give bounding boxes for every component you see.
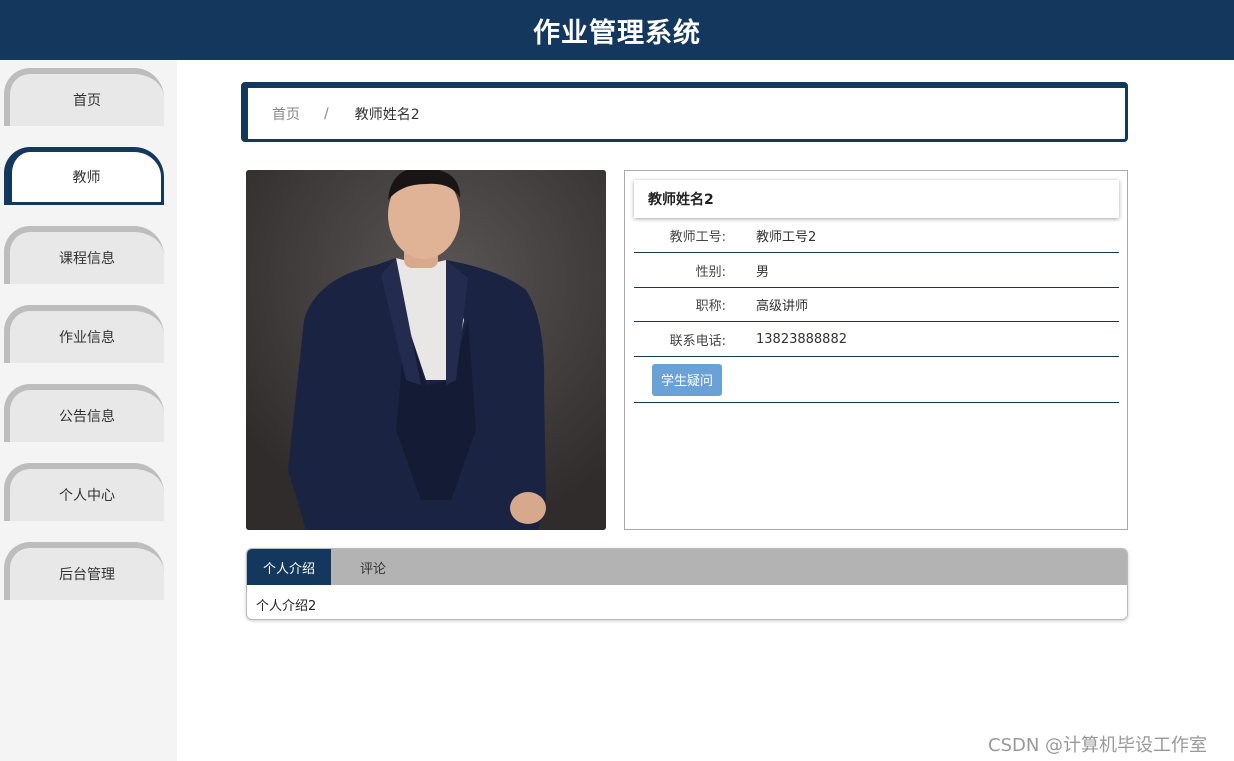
app-title: 作业管理系统 xyxy=(533,17,701,49)
teacher-photo xyxy=(246,170,606,530)
info-row-title: 职称: 高级讲师 xyxy=(634,287,1119,322)
sidebar-item-label: 个人中心 xyxy=(59,488,115,504)
info-label: 职称: xyxy=(695,298,726,314)
tab-content: 个人介绍2 xyxy=(256,599,317,614)
breadcrumb: 首页 / 教师姓名2 xyxy=(241,82,1128,142)
app-header: 作业管理系统 xyxy=(0,0,1234,60)
tab-comments[interactable]: 评论 xyxy=(331,549,415,585)
info-value: 男 xyxy=(756,264,770,280)
teacher-portrait-image xyxy=(246,170,606,530)
sidebar-item-course-info[interactable]: 课程信息 xyxy=(4,226,164,284)
info-label: 性别: xyxy=(695,264,726,280)
tab-personal-intro[interactable]: 个人介绍 xyxy=(247,549,331,585)
breadcrumb-home-link[interactable]: 首页 xyxy=(272,104,300,124)
sidebar-item-homework-info[interactable]: 作业信息 xyxy=(4,305,164,363)
info-label: 联系电话: xyxy=(669,333,726,349)
info-value: 高级讲师 xyxy=(756,298,809,314)
sidebar-item-label: 后台管理 xyxy=(59,567,115,583)
tab-bar: 个人介绍 评论 xyxy=(247,549,1127,585)
student-question-button[interactable]: 学生疑问 xyxy=(652,363,723,396)
breadcrumb-separator: / xyxy=(324,105,329,122)
teacher-name-title: 教师姓名2 xyxy=(634,180,1119,218)
sidebar-item-home[interactable]: 首页 xyxy=(4,68,164,126)
action-row: 学生疑问 xyxy=(634,357,1119,403)
sidebar-item-label: 作业信息 xyxy=(59,330,115,346)
sidebar-item-personal-center[interactable]: 个人中心 xyxy=(4,463,164,521)
sidebar: 首页 教师 课程信息 作业信息 公告信息 个人中心 后台管理 xyxy=(0,60,177,761)
watermark: CSDN @计算机毕设工作室 xyxy=(988,735,1208,756)
sidebar-item-label: 首页 xyxy=(73,93,101,109)
teacher-info-card: 教师姓名2 教师工号: 教师工号2 性别: 男 职称: 高级讲师 联系电话: 1… xyxy=(624,170,1128,530)
sidebar-item-announcement-info[interactable]: 公告信息 xyxy=(4,384,164,442)
info-value: 教师工号2 xyxy=(756,229,817,245)
info-label: 教师工号: xyxy=(669,229,726,245)
sidebar-item-admin[interactable]: 后台管理 xyxy=(4,542,164,600)
info-value: 13823888882 xyxy=(756,331,847,347)
sidebar-item-teacher[interactable]: 教师 xyxy=(4,147,164,205)
info-row-gender: 性别: 男 xyxy=(634,253,1119,288)
info-row-teacher-id: 教师工号: 教师工号2 xyxy=(634,218,1119,253)
info-row-phone: 联系电话: 13823888882 xyxy=(634,322,1119,357)
sidebar-item-label: 课程信息 xyxy=(59,251,115,267)
sidebar-item-label: 公告信息 xyxy=(59,409,115,425)
breadcrumb-current: 教师姓名2 xyxy=(354,106,420,123)
detail-tabs: 个人介绍 评论 个人介绍2 xyxy=(246,548,1128,620)
sidebar-item-label: 教师 xyxy=(72,170,101,186)
